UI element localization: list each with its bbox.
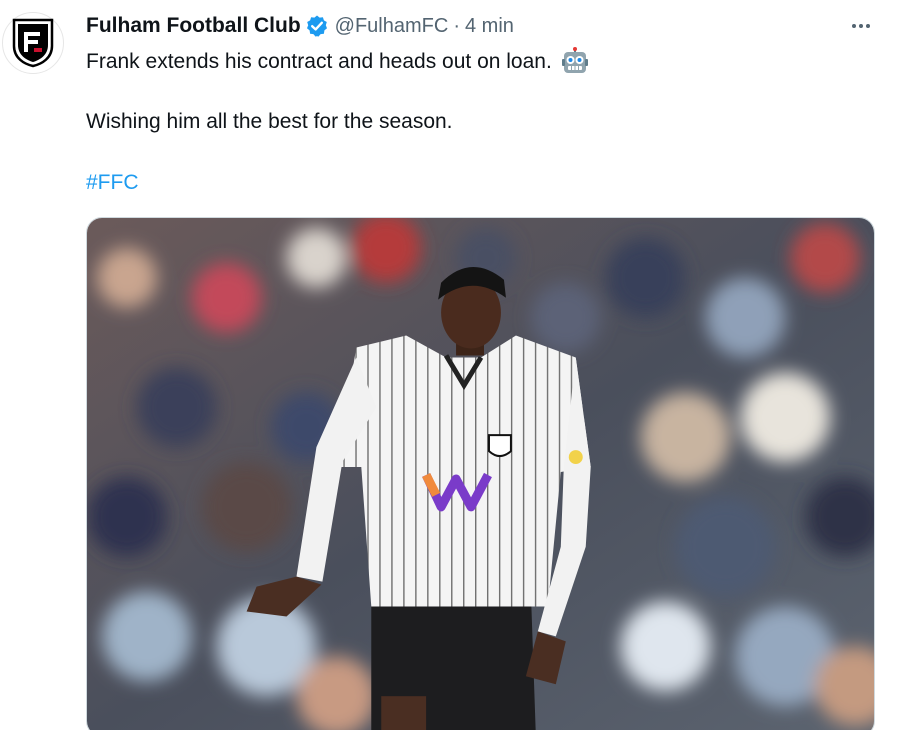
hashtag-link[interactable]: #FFC [86,171,139,195]
verified-badge-icon [305,14,329,38]
tweet-photo[interactable] [86,217,875,730]
tweet[interactable]: Fulham Football Club @FulhamFC · 4 min F… [0,0,901,730]
fulham-crest-icon [12,18,54,68]
tweet-header: Fulham Football Club @FulhamFC · 4 min [86,12,514,40]
author-handle[interactable]: @FulhamFC [335,15,449,38]
player-photo [87,218,874,730]
tweet-text-line-2: Wishing him all the best for the season. [86,110,453,133]
more-options-icon[interactable] [844,12,878,40]
tweet-text: Frank extends his contract and heads out… [86,50,552,73]
timestamp[interactable]: 4 min [465,15,514,38]
avatar[interactable] [2,12,64,74]
display-name[interactable]: Fulham Football Club [86,14,301,38]
separator-dot: · [453,14,460,37]
robot-emoji-icon [560,47,590,77]
tweet-text-line-1: Frank extends his contract and heads out… [86,47,590,77]
